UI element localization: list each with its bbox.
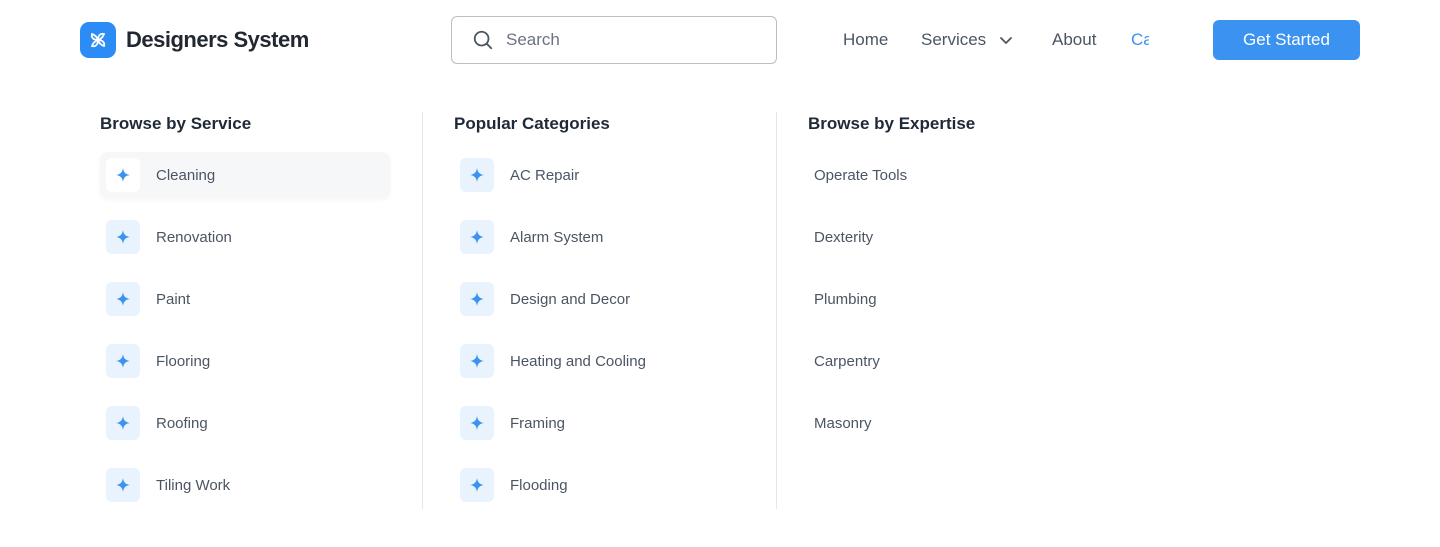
- list-item[interactable]: Cleaning: [100, 152, 390, 198]
- search-input[interactable]: [506, 30, 746, 50]
- item-label: Tiling Work: [156, 476, 231, 494]
- sparkle-icon: [106, 344, 140, 378]
- list-item[interactable]: Operate Tools: [808, 152, 1098, 198]
- list-item[interactable]: AC Repair: [454, 152, 744, 198]
- item-label: Plumbing: [814, 290, 877, 308]
- nav-home[interactable]: Home: [843, 30, 888, 50]
- item-label: Cleaning: [156, 166, 216, 184]
- item-label: Flooding: [510, 476, 568, 494]
- chevron-down-icon: [1000, 37, 1013, 44]
- list-item[interactable]: Framing: [454, 400, 744, 446]
- sparkle-icon: [460, 220, 494, 254]
- list-item[interactable]: Plumbing: [808, 276, 1098, 322]
- item-label: Alarm System: [510, 228, 604, 246]
- top-navbar: Designers System Home Services About Ca …: [0, 0, 1440, 80]
- nav-clipped-label: Ca: [1131, 30, 1149, 49]
- get-started-button[interactable]: Get Started: [1213, 20, 1360, 60]
- search-box[interactable]: [451, 16, 777, 64]
- sparkle-icon: [460, 344, 494, 378]
- sparkle-icon: [460, 468, 494, 502]
- nav-about-label: About: [1052, 30, 1097, 49]
- list-item[interactable]: Masonry: [808, 400, 1098, 446]
- flower-logo-icon: [80, 22, 116, 58]
- list-item[interactable]: Paint: [100, 276, 390, 322]
- list-item[interactable]: Carpentry: [808, 338, 1098, 384]
- item-label: Paint: [156, 290, 191, 308]
- browse-by-service-column: Browse by Service Cleaning Renovation Pa…: [100, 112, 390, 502]
- item-label: Heating and Cooling: [510, 352, 646, 370]
- popular-categories-column: Popular Categories AC Repair Alarm Syste…: [454, 112, 744, 502]
- search-icon: [473, 30, 493, 50]
- item-label: Design and Decor: [510, 290, 631, 308]
- nav-services-label: Services: [921, 30, 987, 49]
- list-item[interactable]: Flooring: [100, 338, 390, 384]
- column-title: Browse by Expertise: [808, 114, 976, 133]
- sparkle-icon: [106, 220, 140, 254]
- sparkle-icon: [106, 282, 140, 316]
- item-label: Carpentry: [814, 352, 880, 370]
- item-label: Masonry: [814, 414, 872, 432]
- column-title: Popular Categories: [454, 114, 610, 133]
- list-item[interactable]: Design and Decor: [454, 276, 744, 322]
- column-title: Browse by Service: [100, 114, 252, 133]
- list-item[interactable]: Dexterity: [808, 214, 1098, 260]
- nav-about[interactable]: About: [1052, 30, 1096, 50]
- sparkle-icon: [106, 468, 140, 502]
- item-label: Framing: [510, 414, 566, 432]
- list-item[interactable]: Flooding: [454, 462, 744, 508]
- item-label: Operate Tools: [814, 166, 908, 184]
- list-item[interactable]: Heating and Cooling: [454, 338, 744, 384]
- item-label: AC Repair: [510, 166, 580, 184]
- browse-by-expertise-column: Browse by Expertise Operate Tools Dexter…: [808, 112, 1098, 432]
- brand[interactable]: Designers System: [80, 22, 309, 58]
- column-divider: [776, 112, 777, 509]
- list-item[interactable]: Roofing: [100, 400, 390, 446]
- item-label: Flooring: [156, 352, 211, 370]
- list-item[interactable]: Tiling Work: [100, 462, 390, 508]
- item-label: Dexterity: [814, 228, 874, 246]
- sparkle-icon: [106, 158, 140, 192]
- nav-services[interactable]: Services: [921, 30, 1014, 50]
- item-label: Roofing: [156, 414, 208, 432]
- list-item[interactable]: Alarm System: [454, 214, 744, 260]
- item-label: Renovation: [156, 228, 232, 246]
- sparkle-icon: [460, 158, 494, 192]
- nav-clipped-item[interactable]: Ca: [1131, 30, 1149, 52]
- brand-name: Designers System: [126, 27, 309, 52]
- nav-home-label: Home: [843, 30, 889, 49]
- sparkle-icon: [460, 406, 494, 440]
- list-item[interactable]: Renovation: [100, 214, 390, 260]
- column-divider: [422, 112, 423, 509]
- sparkle-icon: [460, 282, 494, 316]
- sparkle-icon: [106, 406, 140, 440]
